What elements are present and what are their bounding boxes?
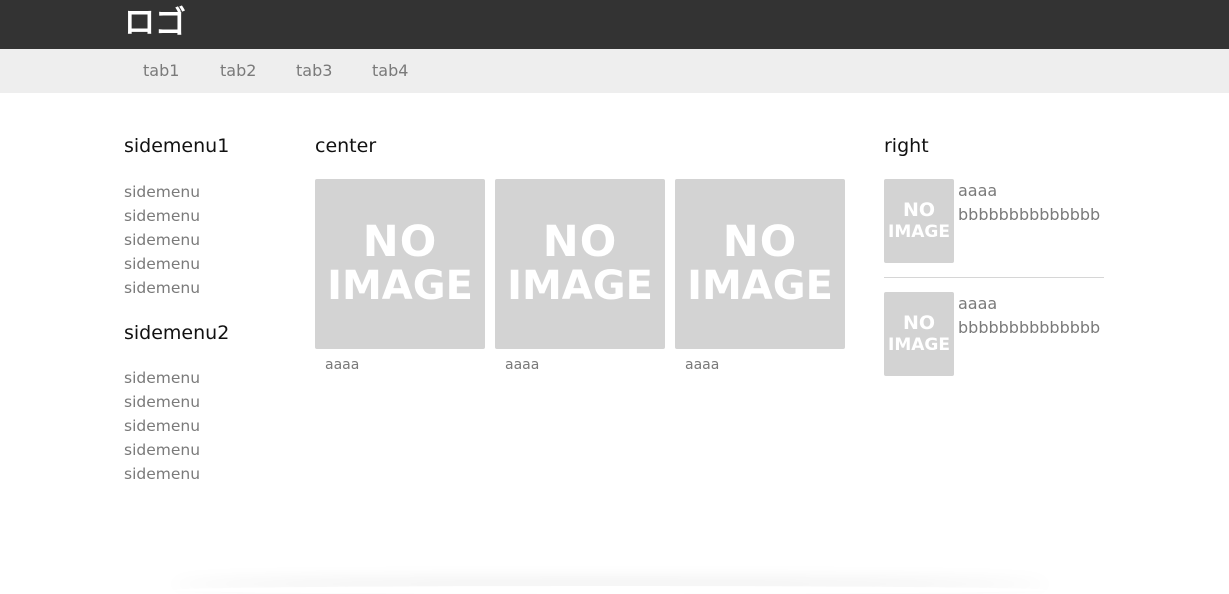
placeholder-text: NO: [362, 217, 438, 267]
placeholder-text: IMAGE: [888, 335, 950, 355]
no-image-placeholder[interactable]: NO IMAGE: [315, 179, 485, 349]
sidebar-group-title-1: sidemenu1: [124, 135, 230, 157]
sidebar-item[interactable]: sidemenu: [124, 464, 200, 484]
sidebar-item[interactable]: sidemenu: [124, 368, 200, 388]
placeholder-text: NO: [902, 199, 936, 221]
sidebar-item[interactable]: sidemenu: [124, 440, 200, 460]
footer-shadow: [170, 586, 1050, 594]
sidebar-item[interactable]: sidemenu: [124, 254, 200, 274]
tab-2[interactable]: tab2: [220, 61, 256, 81]
tab-3[interactable]: tab3: [296, 61, 332, 81]
placeholder-text: NO: [722, 217, 798, 267]
placeholder-text: IMAGE: [687, 263, 833, 309]
card-caption: aaaa: [325, 357, 360, 373]
right-item-text: bbbbbbbbbbbbbb: [958, 205, 1101, 224]
no-image-thumbnail[interactable]: NO IMAGE: [884, 179, 954, 263]
placeholder-text: IMAGE: [507, 263, 653, 309]
sidebar-item[interactable]: sidemenu: [124, 278, 200, 298]
no-image-thumbnail[interactable]: NO IMAGE: [884, 292, 954, 376]
sidebar-item[interactable]: sidemenu: [124, 206, 200, 226]
sidebar-group-title-2: sidemenu2: [124, 322, 230, 344]
site-logo[interactable]: ロゴ: [124, 4, 186, 42]
sidebar-item[interactable]: sidemenu: [124, 230, 200, 250]
tab-1[interactable]: tab1: [143, 61, 179, 81]
right-item-title[interactable]: aaaa: [958, 179, 997, 203]
right-item-text: bbbbbbbbbbbbbb: [958, 318, 1101, 337]
placeholder-text: NO: [902, 312, 936, 334]
placeholder-text: NO: [542, 217, 618, 267]
card-caption: aaaa: [685, 357, 720, 373]
no-image-placeholder[interactable]: NO IMAGE: [675, 179, 845, 349]
sidebar-item[interactable]: sidemenu: [124, 392, 200, 412]
placeholder-text: IMAGE: [327, 263, 473, 309]
tab-navigation: tab1 tab2 tab3 tab4: [0, 49, 1229, 93]
sidebar-item[interactable]: sidemenu: [124, 416, 200, 436]
sidebar-item[interactable]: sidemenu: [124, 182, 200, 202]
card-caption: aaaa: [505, 357, 540, 373]
placeholder-text: IMAGE: [888, 222, 950, 242]
right-item-title[interactable]: aaaa: [958, 292, 997, 316]
divider: [884, 277, 1104, 278]
site-header: ロゴ: [0, 0, 1229, 49]
tab-4[interactable]: tab4: [372, 61, 408, 81]
no-image-placeholder[interactable]: NO IMAGE: [495, 179, 665, 349]
center-title: center: [315, 135, 377, 157]
right-title: right: [884, 135, 929, 157]
